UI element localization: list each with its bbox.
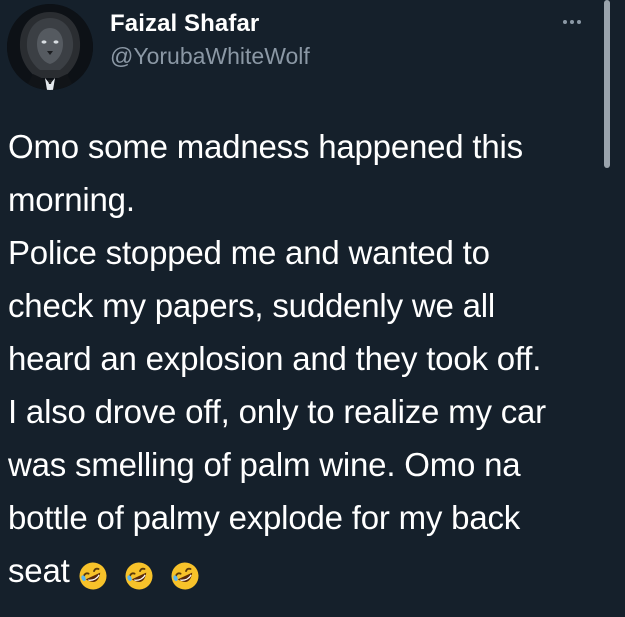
tweet-text-line: bottle of palmy explode for my back [8, 499, 521, 536]
tweet-text-line: morning. [8, 181, 135, 218]
tweet-card: Faizal Shafar @YorubaWhiteWolf Omo some … [0, 0, 625, 617]
tweet-text-line: Omo some madness happened this [8, 128, 523, 165]
lion-avatar-icon [7, 4, 93, 90]
tweet-text-line: was smelling of palm wine. Omo na [8, 446, 521, 483]
dot [570, 20, 574, 24]
rolling-on-floor-laughing-emoji-icon [125, 562, 153, 590]
author-name[interactable]: Faizal Shafar [110, 10, 259, 38]
author-avatar[interactable] [7, 4, 93, 90]
tweet-text-line: check my papers, suddenly we all [8, 287, 496, 324]
rolling-on-floor-laughing-emoji-icon [79, 562, 107, 590]
tweet-text-line: I also drove off, only to realize my car [8, 393, 546, 430]
tweet-text-line: seat [8, 552, 70, 589]
scrollbar-thumb[interactable] [604, 0, 610, 168]
dot [577, 20, 581, 24]
tweet-text-line: Police stopped me and wanted to [8, 234, 490, 271]
tweet-text-line: heard an explosion and they took off. [8, 340, 542, 377]
rolling-on-floor-laughing-emoji-icon [171, 562, 199, 590]
author-handle[interactable]: @YorubaWhiteWolf [110, 43, 310, 70]
tweet-text-last-line: seat [8, 544, 598, 600]
dot [563, 20, 567, 24]
tweet-text: Omo some madness happened this morning. … [8, 120, 598, 600]
more-options-icon[interactable] [555, 12, 589, 32]
emoji-row [78, 547, 207, 600]
